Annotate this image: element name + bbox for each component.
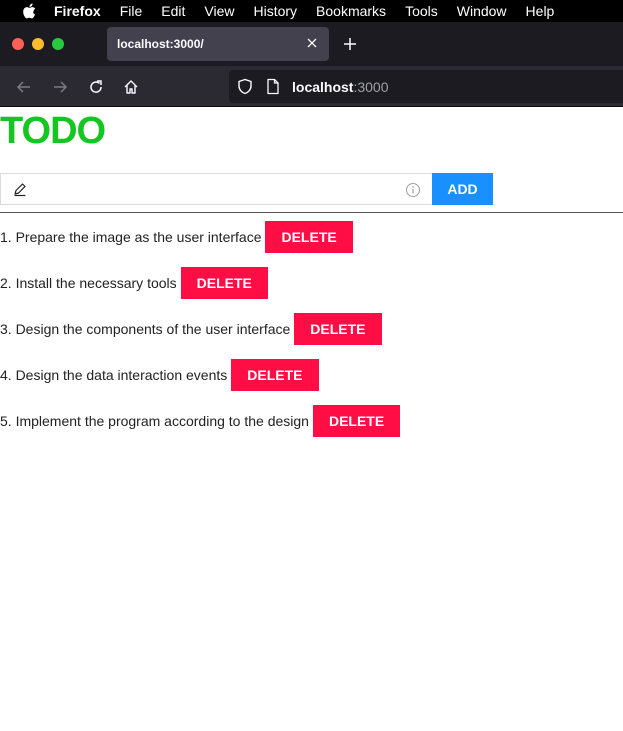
macos-menu-bar: Firefox File Edit View History Bookmarks…: [0, 0, 623, 22]
navigation-toolbar: localhost:3000: [0, 66, 623, 107]
delete-button[interactable]: DELETE: [294, 313, 382, 345]
menu-window[interactable]: Window: [457, 0, 507, 22]
todo-item: 1. Prepare the image as the user interfa…: [0, 221, 400, 253]
apple-icon[interactable]: [20, 0, 38, 22]
back-arrow-icon[interactable]: [14, 77, 34, 97]
divider: [0, 212, 623, 213]
page-icon[interactable]: [266, 78, 280, 95]
menu-tools[interactable]: Tools: [405, 0, 438, 22]
pencil-icon: [12, 181, 28, 197]
window-close-button[interactable]: [12, 38, 24, 50]
tab-localhost[interactable]: localhost:3000/: [107, 27, 329, 61]
window-zoom-button[interactable]: [52, 38, 64, 50]
tab-title: localhost:3000/: [117, 37, 204, 51]
todo-list: 1. Prepare the image as the user interfa…: [0, 221, 401, 451]
todo-text: 4. Design the data interaction events: [0, 367, 228, 383]
add-button[interactable]: ADD: [432, 173, 493, 205]
close-icon[interactable]: [304, 35, 320, 51]
url-host: localhost: [292, 79, 354, 95]
todo-text: 3. Design the components of the user int…: [0, 321, 291, 337]
url-bar[interactable]: localhost:3000: [229, 70, 623, 103]
forward-arrow-icon[interactable]: [50, 77, 70, 97]
info-icon[interactable]: [405, 182, 421, 198]
todo-item: 4. Design the data interaction events DE…: [0, 359, 400, 391]
menu-edit[interactable]: Edit: [161, 0, 185, 22]
menu-view[interactable]: View: [204, 0, 234, 22]
todo-input-wrapper[interactable]: [0, 173, 432, 205]
todo-text: 1. Prepare the image as the user interfa…: [0, 229, 262, 245]
todo-item: 3. Design the components of the user int…: [0, 313, 400, 345]
menu-bookmarks[interactable]: Bookmarks: [316, 0, 386, 22]
page-title: TODO: [0, 110, 106, 152]
url-port: :3000: [353, 79, 389, 95]
delete-button[interactable]: DELETE: [231, 359, 319, 391]
todo-item: 5. Implement the program according to th…: [0, 405, 401, 437]
todo-input[interactable]: [35, 174, 395, 204]
menu-help[interactable]: Help: [526, 0, 555, 22]
delete-button[interactable]: DELETE: [180, 267, 268, 299]
todo-text: 2. Install the necessary tools: [0, 275, 177, 291]
delete-button[interactable]: DELETE: [265, 221, 353, 253]
url-text[interactable]: localhost:3000: [292, 79, 389, 95]
delete-button[interactable]: DELETE: [312, 405, 401, 437]
menu-app-firefox[interactable]: Firefox: [54, 0, 101, 22]
page-content: TODO ADD 1. Prepare the image as the use…: [0, 107, 623, 731]
plus-icon[interactable]: [341, 35, 359, 53]
home-icon[interactable]: [121, 77, 141, 97]
shield-icon[interactable]: [237, 78, 253, 95]
tab-strip: localhost:3000/: [0, 22, 623, 66]
menu-file[interactable]: File: [120, 0, 143, 22]
todo-text: 5. Implement the program according to th…: [0, 413, 309, 429]
menu-history[interactable]: History: [253, 0, 297, 22]
todo-item: 2. Install the necessary tools DELETE: [0, 267, 400, 299]
reload-icon[interactable]: [86, 77, 106, 97]
window-minimize-button[interactable]: [32, 38, 44, 50]
